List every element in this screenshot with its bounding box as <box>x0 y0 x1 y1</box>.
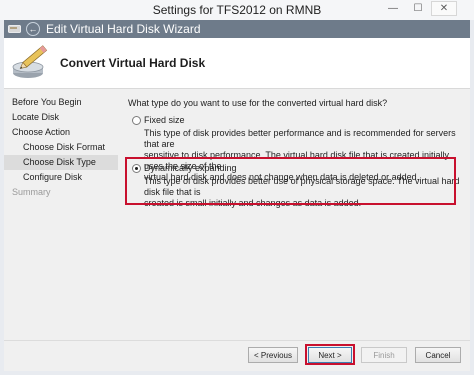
next-button-highlight <box>305 344 355 365</box>
fixed-size-label[interactable]: Fixed size <box>144 115 185 125</box>
wizard-title: Edit Virtual Hard Disk Wizard <box>46 22 201 36</box>
wizard-step-nav: Before You Begin Locate Disk Choose Acti… <box>4 95 118 200</box>
wizard-app-icon <box>8 25 21 33</box>
wizard-header: Convert Virtual Hard Disk <box>4 38 470 89</box>
back-arrow-icon[interactable]: ← <box>26 22 40 36</box>
nav-step-summary: Summary <box>12 187 51 197</box>
page-title: Convert Virtual Hard Disk <box>60 56 206 70</box>
finish-button: Finish <box>361 347 407 363</box>
nav-step-choose-disk-format[interactable]: Choose Disk Format <box>4 140 118 155</box>
nav-step-locate-disk[interactable]: Locate Disk <box>4 110 118 125</box>
nav-step-choose-disk-type[interactable]: Choose Disk Type <box>4 155 118 170</box>
previous-button[interactable]: < Previous <box>248 347 298 363</box>
fixed-size-description-line: This type of disk provides better perfor… <box>144 128 456 149</box>
window-border-bottom <box>0 371 474 375</box>
minimize-button[interactable]: — <box>380 1 406 16</box>
close-button[interactable]: ✕ <box>431 1 457 16</box>
nav-step-choose-action[interactable]: Choose Action <box>4 125 118 140</box>
window-border-right <box>470 20 474 375</box>
fixed-size-radio[interactable] <box>132 116 141 125</box>
outer-titlebar: Settings for TFS2012 on RMNB — ☐ ✕ <box>0 0 474 21</box>
selected-option-highlight <box>125 157 456 205</box>
nav-step-before-you-begin[interactable]: Before You Begin <box>4 95 118 110</box>
disk-type-question: What type do you want to use for the con… <box>128 98 388 108</box>
disk-pencil-icon <box>12 45 48 78</box>
wizard-footer: < Previous Next > Finish Cancel <box>4 340 470 372</box>
nav-step-configure-disk[interactable]: Configure Disk <box>4 170 118 185</box>
wizard-titlebar: ← Edit Virtual Hard Disk Wizard <box>4 20 470 38</box>
maximize-button[interactable]: ☐ <box>405 1 431 16</box>
cancel-button[interactable]: Cancel <box>415 347 461 363</box>
wizard-body: Before You Begin Locate Disk Choose Acti… <box>4 89 470 340</box>
